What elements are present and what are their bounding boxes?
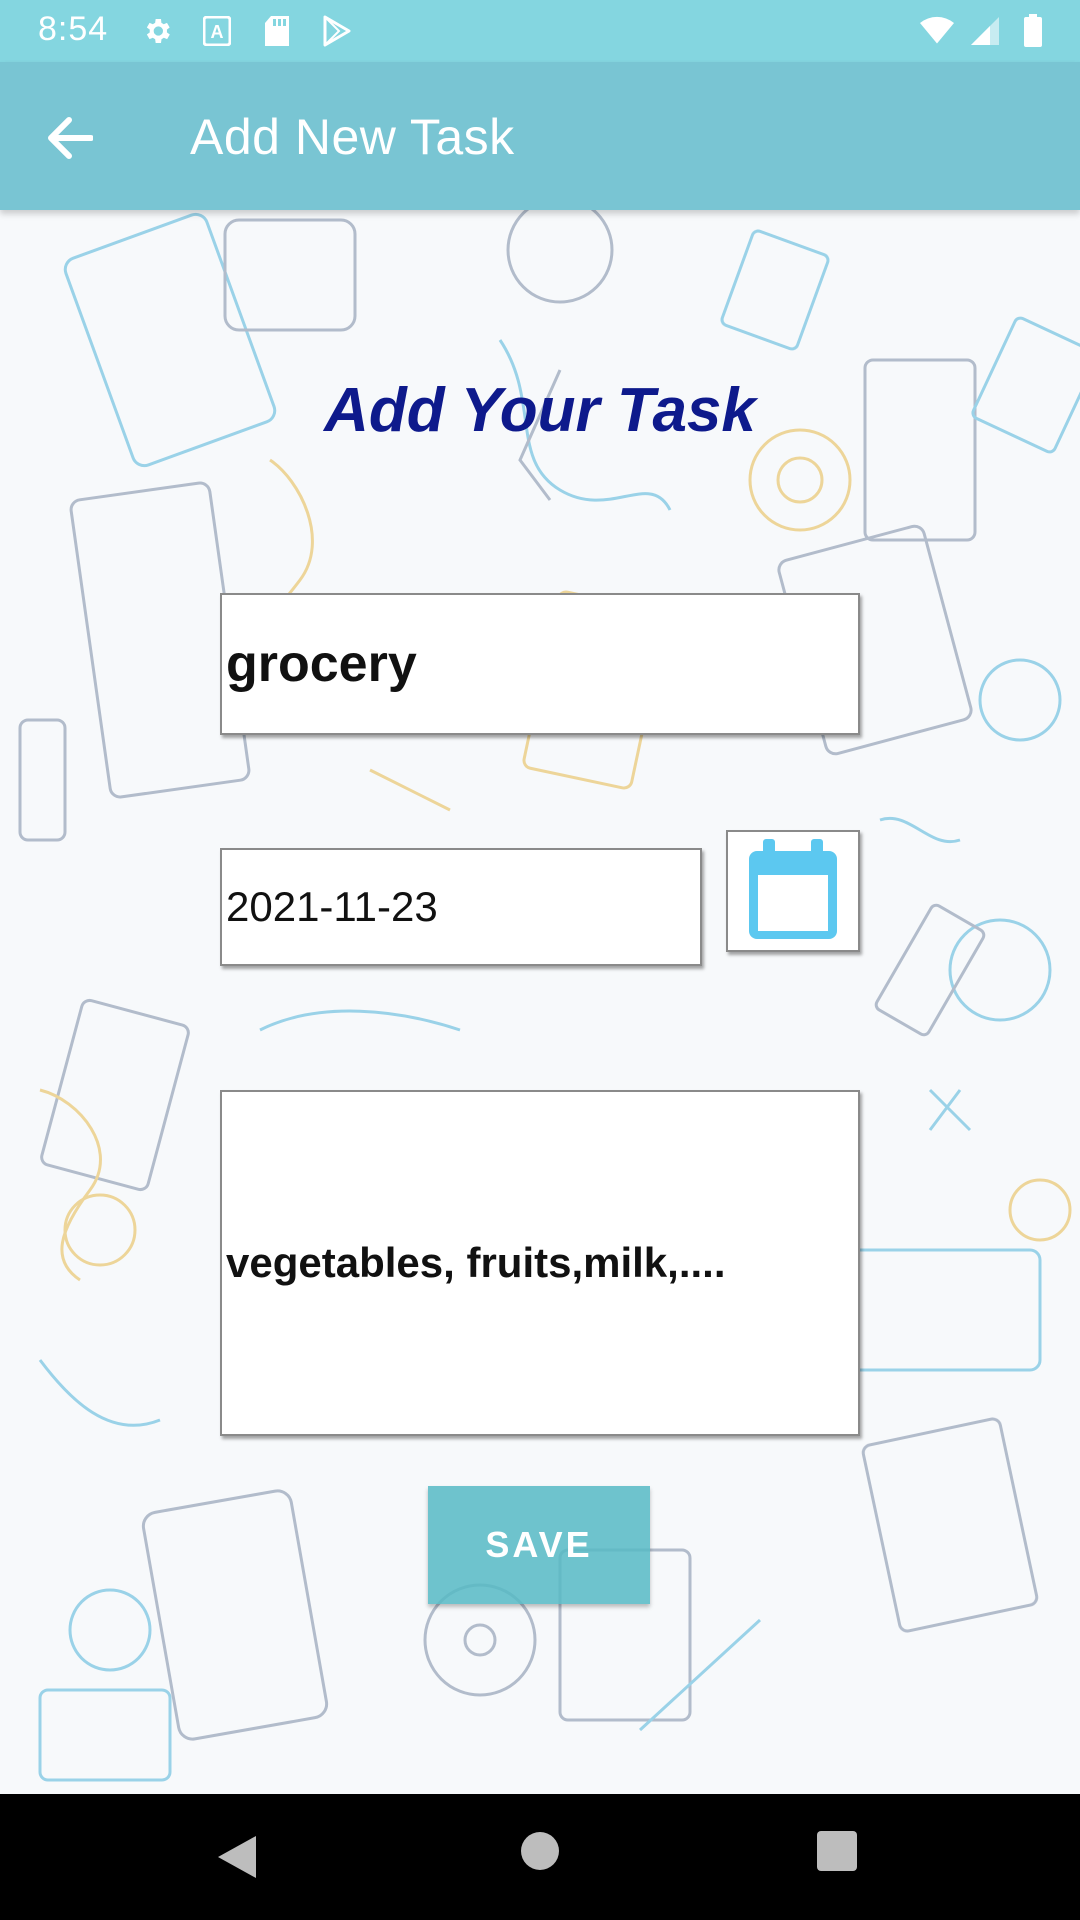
task-title-input[interactable]: grocery (220, 593, 860, 735)
recents-square-icon[interactable] (817, 1831, 857, 1871)
system-nav-bar (0, 1794, 1080, 1920)
back-button[interactable] (40, 108, 100, 168)
back-triangle-icon[interactable] (216, 1834, 258, 1880)
app-bar: Add New Task (0, 62, 1080, 210)
signal-icon (968, 14, 1002, 48)
app-bar-title: Add New Task (190, 109, 515, 165)
status-bar: 8:54 A (0, 0, 1080, 62)
status-time: 8:54 (38, 10, 109, 48)
font-a-icon: A (200, 14, 234, 48)
battery-icon (1016, 14, 1050, 48)
save-button[interactable]: SAVE (428, 1486, 650, 1604)
sd-card-icon (260, 14, 294, 48)
play-store-icon (320, 14, 354, 48)
arrow-left-icon (48, 117, 93, 159)
content-area: Add Your Task grocery 2021-11-23 vegetab… (0, 210, 1080, 1794)
calendar-icon (749, 839, 837, 939)
form-heading: Add Your Task (324, 376, 756, 445)
svg-text:A: A (211, 22, 224, 42)
wifi-icon (920, 14, 954, 48)
task-description-input[interactable]: vegetables, fruits,milk,.... (220, 1090, 860, 1436)
settings-icon (140, 14, 174, 48)
task-date-input[interactable]: 2021-11-23 (220, 848, 702, 966)
calendar-button[interactable] (726, 830, 860, 952)
home-circle-icon[interactable] (521, 1832, 559, 1870)
